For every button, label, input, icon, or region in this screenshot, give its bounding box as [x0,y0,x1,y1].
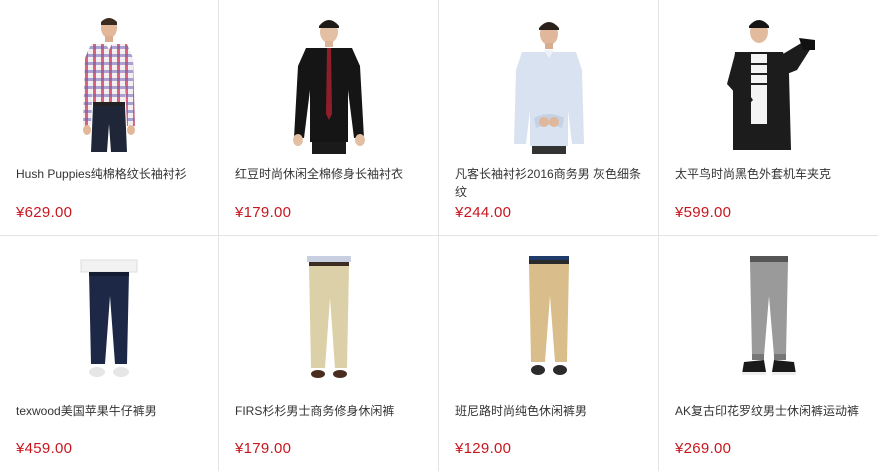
product-name[interactable]: 太平鸟时尚黑色外套机车夹克 [675,165,866,183]
light-blue-shirt-model-icon [513,22,584,154]
product-name[interactable]: 班尼路时尚纯色休闲裤男 [455,402,646,420]
product-card[interactable]: 红豆时尚休闲全棉修身长袖衬衣 ¥179.00 [219,0,439,236]
product-image[interactable] [659,256,878,396]
product-image[interactable] [0,14,218,154]
product-card[interactable]: FIRS杉杉男士商务修身休闲裤 ¥179.00 [219,236,439,471]
product-name[interactable]: 红豆时尚休闲全棉修身长袖衬衣 [235,165,426,183]
product-price: ¥129.00 [455,440,512,457]
product-price: ¥629.00 [16,204,73,221]
product-price: ¥459.00 [16,440,73,457]
product-card[interactable]: Hush Puppies纯棉格纹长袖衬衫 ¥629.00 [0,0,219,236]
product-card[interactable]: 班尼路时尚纯色休闲裤男 ¥129.00 [439,236,659,471]
leather-jacket-model-icon [726,20,815,150]
product-image[interactable] [439,14,658,154]
plaid-shirt-model-icon [83,18,135,152]
product-card[interactable]: AK复古印花罗纹男士休闲裤运动裤 ¥269.00 [659,236,878,471]
khaki-chinos-icon [528,256,569,375]
product-name[interactable]: AK复古印花罗纹男士休闲裤运动裤 [675,402,866,420]
dark-jeans-icon [80,259,138,377]
product-price: ¥599.00 [675,204,732,221]
product-image[interactable] [0,256,218,396]
khaki-trousers-icon [306,256,351,378]
product-card[interactable]: texwood美国苹果牛仔裤男 ¥459.00 [0,236,219,471]
product-card[interactable]: 太平鸟时尚黑色外套机车夹克 ¥599.00 [659,0,878,236]
product-image[interactable] [439,256,658,396]
product-card[interactable]: 凡客长袖衬衫2016商务男 灰色细条纹 ¥244.00 [439,0,659,236]
product-grid: Hush Puppies纯棉格纹长袖衬衫 ¥629.00 红豆时尚休闲全棉修身长… [0,0,878,471]
product-image[interactable] [659,14,878,154]
product-name[interactable]: 凡客长袖衬衫2016商务男 灰色细条纹 [455,165,646,201]
black-shirt-model-icon [292,20,365,154]
product-price: ¥179.00 [235,204,292,221]
product-name[interactable]: Hush Puppies纯棉格纹长袖衬衫 [16,165,206,183]
product-price: ¥269.00 [675,440,732,457]
product-name[interactable]: FIRS杉杉男士商务修身休闲裤 [235,402,426,420]
product-image[interactable] [219,14,438,154]
product-name[interactable]: texwood美国苹果牛仔裤男 [16,402,206,420]
product-price: ¥244.00 [455,204,512,221]
product-image[interactable] [219,256,438,396]
grey-jogger-pants-icon [741,256,796,375]
product-price: ¥179.00 [235,440,292,457]
